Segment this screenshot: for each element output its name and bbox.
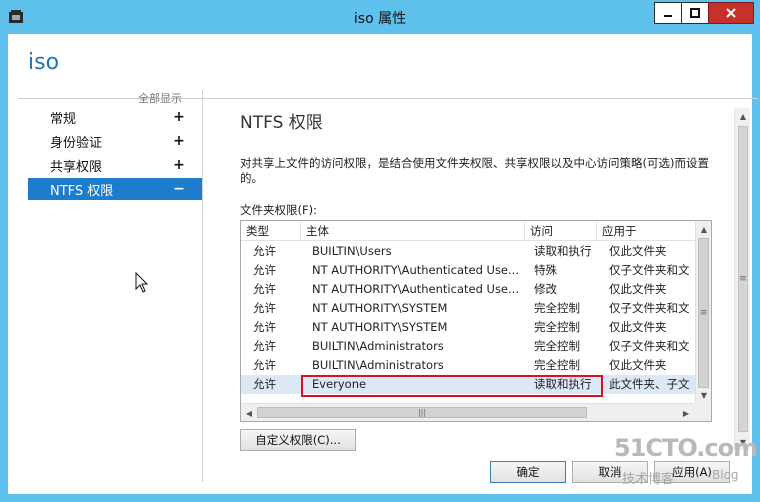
expand-icon: + xyxy=(173,157,185,173)
cell-principal: BUILTIN\Administrators xyxy=(312,358,444,372)
column-header-type[interactable]: 类型 xyxy=(241,221,301,241)
expand-icon: + xyxy=(173,109,185,125)
header-divider xyxy=(18,98,758,99)
scroll-down-icon[interactable]: ▼ xyxy=(696,387,711,403)
cell-type: 允许 xyxy=(253,301,276,315)
cell-type: 允许 xyxy=(253,358,276,372)
cell-access: 读取和执行 xyxy=(534,244,592,258)
scrollbar-corner xyxy=(695,403,711,421)
nav-item-ntfs-permissions[interactable]: NTFS 权限 − xyxy=(28,178,202,200)
cell-principal: NT AUTHORITY\Authenticated Use... xyxy=(312,263,519,277)
table-row[interactable]: 允许 NT AUTHORITY\Authenticated Use... 特殊 … xyxy=(241,261,695,280)
maximize-icon xyxy=(690,8,700,18)
collapse-icon: − xyxy=(173,181,185,197)
cell-type: 允许 xyxy=(253,320,276,334)
minimize-button[interactable] xyxy=(654,2,682,24)
window-title: iso 属性 xyxy=(353,11,407,27)
scroll-up-icon[interactable]: ▲ xyxy=(696,221,711,237)
nav-item-general[interactable]: 常规 + xyxy=(28,106,202,128)
title-bar[interactable]: iso 属性 xyxy=(0,0,760,34)
cell-access: 完全控制 xyxy=(534,301,580,315)
table-row[interactable]: 允许 BUILTIN\Administrators 完全控制 仅此文件夹 xyxy=(241,356,695,375)
ok-button[interactable]: 确定 xyxy=(490,461,566,483)
close-button[interactable] xyxy=(708,2,754,24)
cell-applies-to: 仅此文件夹 xyxy=(609,244,667,258)
cell-access: 完全控制 xyxy=(534,339,580,353)
nav-item-share-permissions[interactable]: 共享权限 + xyxy=(28,154,202,176)
column-header-applies-to[interactable]: 应用于 xyxy=(597,221,695,241)
custom-permissions-button[interactable]: 自定义权限(C)... xyxy=(240,429,356,451)
page-vertical-scrollbar[interactable]: ▲ ≡ ▼ xyxy=(734,108,750,450)
window-frame-left xyxy=(0,34,8,502)
column-header-access[interactable]: 访问 xyxy=(525,221,597,241)
scroll-thumb[interactable]: ||| xyxy=(257,407,587,418)
table-row[interactable]: 允许 BUILTIN\Administrators 完全控制 仅子文件夹和文 xyxy=(241,337,695,356)
scroll-left-icon[interactable]: ◀ xyxy=(242,405,256,421)
cell-applies-to: 仅此文件夹 xyxy=(609,320,667,334)
watermark-logo: 51CTO.com 技术博客 Blog xyxy=(614,434,758,494)
cell-access: 特殊 xyxy=(534,263,557,277)
page-title: iso xyxy=(28,50,60,75)
cell-applies-to: 仅子文件夹和文 xyxy=(609,263,690,277)
nav-item-label: 常规 xyxy=(50,111,77,127)
column-header-principal[interactable]: 主体 xyxy=(301,221,525,241)
window-frame-bottom xyxy=(0,494,760,502)
table-row[interactable]: 允许 NT AUTHORITY\SYSTEM 完全控制 仅子文件夹和文 xyxy=(241,299,695,318)
cell-applies-to: 仅子文件夹和文 xyxy=(609,301,690,315)
expand-icon: + xyxy=(173,133,185,149)
nav-item-label: 身份验证 xyxy=(50,135,103,151)
scroll-right-icon[interactable]: ▶ xyxy=(679,405,693,421)
cell-applies-to: 仅此文件夹 xyxy=(609,358,667,372)
cell-type: 允许 xyxy=(253,282,276,296)
watermark-main: 51CTO.com xyxy=(614,434,758,462)
table-row[interactable]: 允许 NT AUTHORITY\Authenticated Use... 修改 … xyxy=(241,280,695,299)
annotation-highlight-box xyxy=(301,375,603,397)
nav-item-label: NTFS 权限 xyxy=(50,183,114,199)
close-icon xyxy=(726,8,736,18)
watermark-blog: Blog xyxy=(712,468,739,482)
cell-applies-to: 仅子文件夹和文 xyxy=(609,339,690,353)
scroll-thumb[interactable]: ≡ xyxy=(738,126,748,432)
cell-type: 允许 xyxy=(253,339,276,353)
cell-type: 允许 xyxy=(253,263,276,277)
section-description: 对共享上文件的访问权限，是结合使用文件夹权限、共享权限以及中心访问策略(可选)而… xyxy=(240,156,709,185)
nav-item-authentication[interactable]: 身份验证 + xyxy=(28,130,202,152)
show-all-link[interactable]: 全部显示 xyxy=(138,90,182,106)
scroll-thumb[interactable]: ≡ xyxy=(698,238,709,388)
table-row[interactable]: 允许 BUILTIN\Users 读取和执行 仅此文件夹 xyxy=(241,242,695,261)
cell-access: 修改 xyxy=(534,282,557,296)
cell-principal: NT AUTHORITY\SYSTEM xyxy=(312,320,448,334)
table-row[interactable]: 允许 NT AUTHORITY\SYSTEM 完全控制 仅此文件夹 xyxy=(241,318,695,337)
list-vertical-scrollbar[interactable]: ▲ ≡ ▼ xyxy=(695,221,711,403)
mouse-pointer-icon xyxy=(135,272,149,293)
list-horizontal-scrollbar[interactable]: ◀ ||| ▶ xyxy=(241,403,695,421)
nav-item-label: 共享权限 xyxy=(50,159,103,175)
cell-principal: NT AUTHORITY\SYSTEM xyxy=(312,301,448,315)
cell-type: 允许 xyxy=(253,244,276,258)
cell-applies-to: 仅此文件夹 xyxy=(609,282,667,296)
watermark-subtitle: 技术博客 xyxy=(622,472,675,487)
scroll-up-icon[interactable]: ▲ xyxy=(735,108,751,124)
maximize-button[interactable] xyxy=(681,2,709,24)
cell-principal: BUILTIN\Users xyxy=(312,244,392,258)
dialog-client-area: iso 全部显示 常规 + 身份验证 + 共享权限 + NTFS 权限 − NT… xyxy=(8,34,758,494)
cell-principal: BUILTIN\Administrators xyxy=(312,339,444,353)
cell-access: 完全控制 xyxy=(534,358,580,372)
cell-applies-to: 此文件夹、子文 xyxy=(609,377,690,391)
window-frame-right xyxy=(752,34,760,502)
cell-type: 允许 xyxy=(253,377,276,391)
cell-principal: NT AUTHORITY\Authenticated Use... xyxy=(312,282,519,296)
folder-permissions-label: 文件夹权限(F): xyxy=(240,203,317,217)
section-title: NTFS 权限 xyxy=(240,113,323,133)
minimize-icon xyxy=(664,15,672,17)
cell-access: 完全控制 xyxy=(534,320,580,334)
list-header: 类型 主体 访问 应用于 xyxy=(241,221,695,241)
nav-divider xyxy=(202,90,203,482)
